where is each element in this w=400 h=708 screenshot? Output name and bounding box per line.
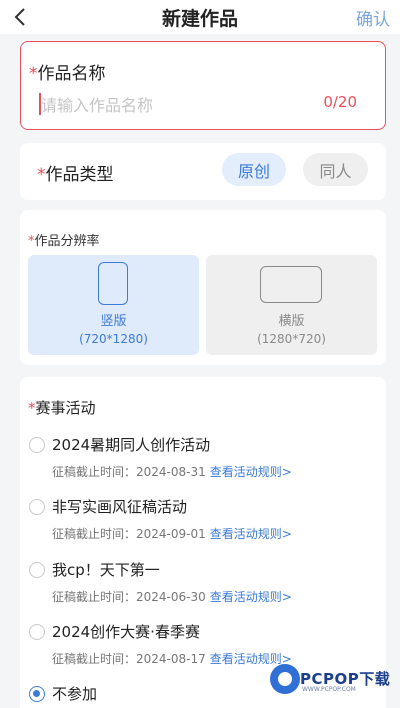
event-title: 非写实画风征稿活动 [52, 498, 188, 516]
char-counter: 0/20 [323, 93, 357, 111]
deadline-prefix: 征稿截止时间： [52, 527, 137, 541]
event-none-radio[interactable] [29, 686, 45, 702]
event-radio[interactable] [29, 562, 45, 578]
event-radio[interactable] [29, 624, 45, 640]
event-item[interactable]: 2024暑期同人创作活动 征稿截止时间：2024-08-31 查看活动规则> [20, 433, 386, 488]
event-title: 2024暑期同人创作活动 [52, 436, 211, 454]
event-radio[interactable] [29, 499, 45, 515]
event-card: *赛事活动 2024暑期同人创作活动 征稿截止时间：2024-08-31 查看活动… [20, 377, 386, 708]
deadline-date: 2024-09-01 [136, 527, 206, 541]
watermark-logo: PCPOP下载 WWW.PCPOP.COM [266, 660, 396, 700]
resolution-portrait-size: (720*1280) [79, 332, 148, 346]
resolution-portrait-name: 竖版 [100, 314, 127, 329]
watermark-subtext: WWW.PCPOP.COM [302, 686, 356, 693]
work-type-card: *作品类型 原创 同人 [20, 143, 386, 200]
resolution-landscape-option[interactable]: 横版 (1280*720) [206, 255, 377, 355]
event-deadline: 征稿截止时间：2024-06-30 查看活动规则> [52, 588, 292, 605]
portrait-phone-icon [98, 262, 128, 305]
event-deadline: 征稿截止时间：2024-09-01 查看活动规则> [52, 525, 292, 542]
event-deadline: 征稿截止时间：2024-08-31 查看活动规则> [52, 463, 292, 480]
deadline-prefix: 征稿截止时间： [52, 465, 137, 479]
landscape-phone-icon [260, 266, 322, 303]
event-rules-link[interactable]: 查看活动规则> [210, 590, 292, 604]
confirm-button[interactable]: 确认 [356, 5, 390, 30]
event-none-title: 不参加 [52, 685, 98, 703]
type-fanwork-button[interactable]: 同人 [303, 153, 368, 186]
resolution-label: *作品分辨率 [28, 230, 100, 249]
event-rules-link[interactable]: 查看活动规则> [210, 465, 292, 479]
resolution-card: *作品分辨率 竖版 (720*1280) 横版 (1280*720) [20, 210, 386, 365]
resolution-portrait-option[interactable]: 竖版 (720*1280) [28, 255, 199, 355]
work-type-label: *作品类型 [37, 160, 114, 185]
top-bar: 新建作品 确认 [0, 0, 400, 34]
deadline-prefix: 征稿截止时间： [52, 652, 137, 666]
event-rules-link[interactable]: 查看活动规则> [210, 527, 292, 541]
event-item[interactable]: 我cp！天下第一 征稿截止时间：2024-06-30 查看活动规则> [20, 558, 386, 613]
work-name-input[interactable] [41, 93, 301, 117]
work-name-card: *作品名称 0/20 [20, 41, 386, 130]
event-radio[interactable] [29, 437, 45, 453]
deadline-date: 2024-08-31 [136, 465, 206, 479]
required-mark: * [28, 399, 36, 417]
deadline-date: 2024-06-30 [136, 590, 206, 604]
work-name-label: *作品名称 [29, 59, 106, 84]
work-name-label-text: 作品名称 [37, 64, 106, 84]
type-original-button[interactable]: 原创 [222, 153, 286, 186]
deadline-prefix: 征稿截止时间： [52, 590, 137, 604]
required-mark: * [37, 165, 46, 185]
watermark-logo-icon [270, 664, 300, 694]
event-title: 2024创作大赛·春季赛 [52, 623, 200, 641]
event-label: *赛事活动 [28, 397, 96, 418]
event-deadline: 征稿截止时间：2024-08-17 查看活动规则> [52, 650, 292, 667]
page-title: 新建作品 [161, 8, 238, 30]
required-mark: * [29, 64, 38, 84]
event-title: 我cp！天下第一 [52, 561, 160, 579]
resolution-label-text: 作品分辨率 [34, 234, 100, 249]
event-label-text: 赛事活动 [35, 399, 96, 417]
resolution-landscape-size: (1280*720) [257, 332, 326, 346]
work-type-label-text: 作品类型 [45, 165, 114, 185]
resolution-landscape-name: 横版 [278, 314, 305, 329]
event-item[interactable]: 非写实画风征稿活动 征稿截止时间：2024-09-01 查看活动规则> [20, 495, 386, 550]
deadline-date: 2024-08-17 [136, 652, 206, 666]
